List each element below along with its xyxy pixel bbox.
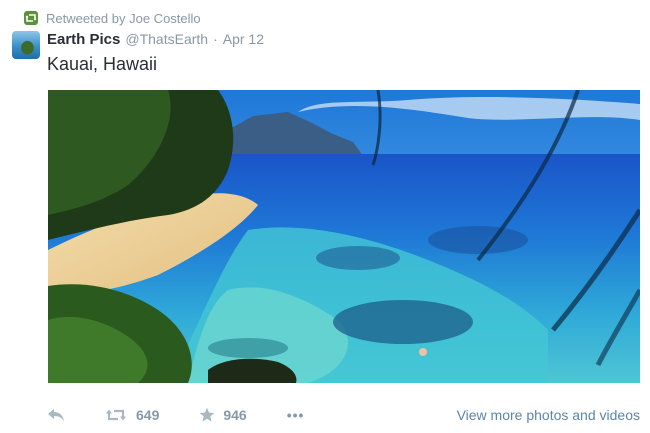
retweet-count: 649 xyxy=(136,407,160,423)
tweet-actions: 649 946 ••• View more photos and videos xyxy=(47,404,640,426)
reply-icon xyxy=(48,409,64,421)
tweet-photo[interactable] xyxy=(48,90,640,383)
retweet-context-label: Retweeted by Joe Costello xyxy=(46,10,201,26)
author-handle[interactable]: @ThatsEarth xyxy=(125,31,208,47)
retweet-icon xyxy=(106,409,126,421)
view-more-photos-link[interactable]: View more photos and videos xyxy=(457,407,640,423)
author-name[interactable]: Earth Pics xyxy=(47,31,120,48)
retweet-button[interactable]: 649 xyxy=(105,407,159,423)
tropical-beach-photo xyxy=(48,90,640,383)
more-options-button[interactable]: ••• xyxy=(287,407,305,423)
favorite-button[interactable]: 946 xyxy=(199,407,247,423)
reply-button[interactable] xyxy=(47,408,67,422)
separator: · xyxy=(213,31,218,47)
tweet-header: Earth Pics @ThatsEarth · Apr 12 xyxy=(47,31,264,51)
avatar[interactable] xyxy=(12,31,40,59)
retweet-context: Retweeted by Joe Costello xyxy=(24,10,201,26)
tweet-text: Kauai, Hawaii xyxy=(47,54,158,74)
star-icon xyxy=(200,407,215,422)
retweet-icon xyxy=(24,11,38,25)
timestamp[interactable]: Apr 12 xyxy=(223,31,264,47)
favorite-count: 946 xyxy=(223,407,247,423)
